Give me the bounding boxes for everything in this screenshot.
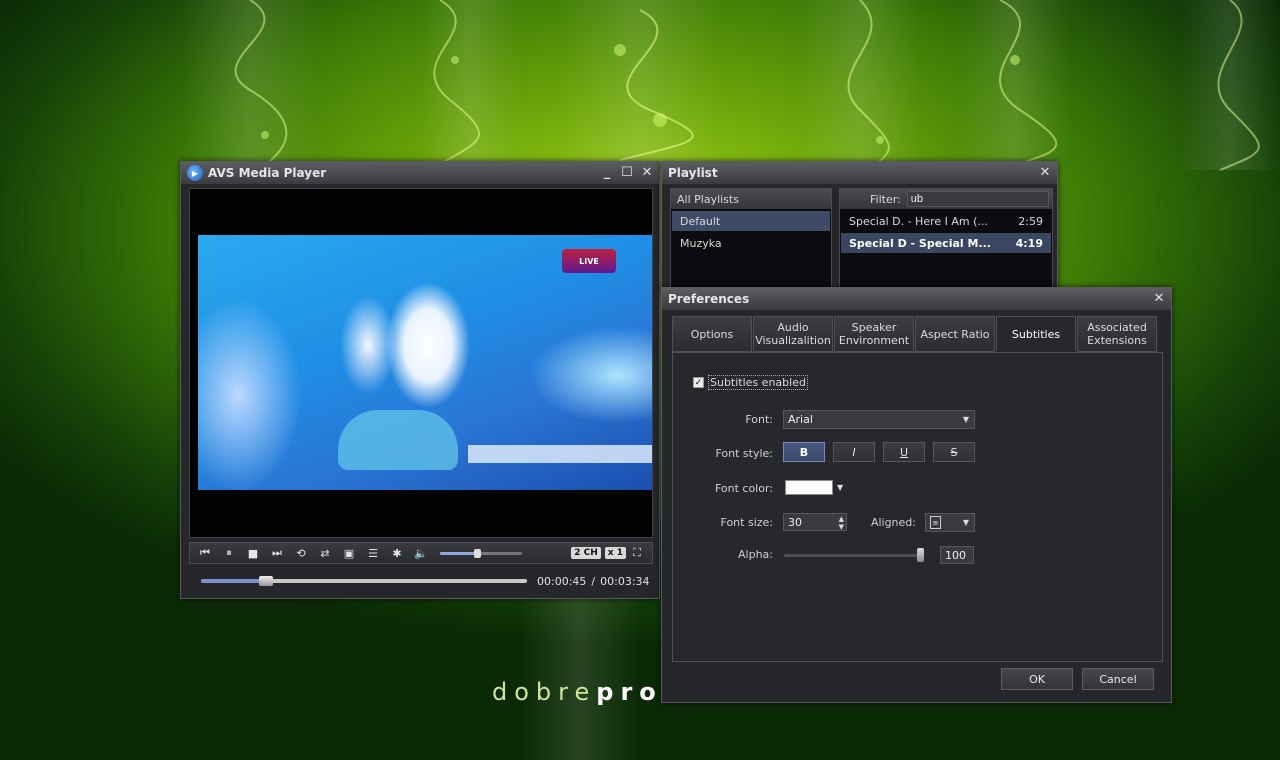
filter-row: Filter: — [840, 189, 1052, 209]
player-window: ▶ AVS Media Player _ ☐ ✕ LIVE ⏮ ⏸ ■ ⏭ ⟲ … — [180, 161, 660, 599]
aligned-label: Aligned: — [870, 516, 916, 529]
underline-button[interactable]: U — [883, 442, 925, 462]
volume-fill — [440, 551, 477, 555]
font-size-label: Font size: — [720, 516, 773, 529]
alpha-slider[interactable] — [784, 548, 924, 562]
time-total: 00:03:34 — [600, 574, 650, 588]
preferences-tabs: Options Audio Visualizalition Speaker En… — [672, 316, 1158, 352]
track-duration: 4:19 — [1015, 236, 1043, 250]
player-title: AVS Media Player — [208, 166, 327, 180]
align-bottom-icon: ≡ — [930, 516, 941, 529]
track-item-selected[interactable]: Special D - Special M... 4:19 — [841, 233, 1051, 253]
subtitles-panel: ✓ Subtitles enabled Font: Arial ▼ Font s… — [672, 352, 1163, 662]
brand-logo: dobrepro — [492, 678, 663, 706]
tab-associated-extensions[interactable]: Associated Extensions — [1077, 316, 1157, 352]
chevron-down-icon: ▼ — [962, 518, 969, 527]
track-title: Special D. - Here I Am (... — [849, 214, 988, 228]
playlist-title: Playlist — [668, 166, 718, 180]
seek-fill — [201, 579, 267, 583]
tracks-panel: Filter: Special D. - Here I Am (... 2:59… — [839, 188, 1053, 290]
playlist-titlebar[interactable]: Playlist ✕ — [662, 162, 1057, 184]
seek-bar[interactable] — [201, 576, 527, 586]
tab-options[interactable]: Options — [672, 316, 752, 352]
time-current: 00:00:45 — [537, 574, 587, 588]
app-logo-icon: ▶ — [187, 165, 203, 181]
video-channel-logo: LIVE — [562, 249, 616, 273]
video-area[interactable]: LIVE — [189, 188, 653, 538]
chevron-down-icon: ▼ — [962, 415, 969, 424]
pause-icon[interactable]: ⏸ — [222, 546, 236, 560]
video-figure — [338, 410, 458, 470]
video-frame: LIVE — [198, 235, 652, 490]
alignment-select[interactable]: ≡ ▼ — [925, 513, 975, 532]
font-size-value: 30 — [788, 515, 802, 529]
player-titlebar[interactable]: ▶ AVS Media Player _ ☐ ✕ — [181, 162, 659, 184]
bold-button[interactable]: B — [783, 442, 825, 462]
close-icon[interactable]: ✕ — [1037, 164, 1053, 180]
tab-aspect-ratio[interactable]: Aspect Ratio — [915, 316, 995, 352]
seek-knob[interactable] — [259, 576, 274, 586]
fullscreen-icon[interactable]: ⛶ — [630, 546, 644, 560]
track-duration: 2:59 — [1018, 214, 1043, 228]
font-value: Arial — [788, 413, 813, 426]
preferences-dialog: Preferences ✕ Options Audio Visualizalit… — [661, 287, 1172, 703]
settings-icon[interactable]: ✱ — [390, 547, 404, 560]
volume-knob[interactable] — [473, 548, 481, 558]
playlist-icon[interactable]: ☰ — [366, 547, 380, 560]
volume-icon[interactable]: 🔈 — [414, 547, 428, 560]
playlist-item-default[interactable]: Default — [672, 211, 830, 231]
tab-speaker-environment[interactable]: Speaker Environment — [834, 316, 914, 352]
close-icon[interactable]: ✕ — [639, 164, 655, 180]
shuffle-icon[interactable]: ⇄ — [318, 547, 332, 560]
minimize-icon[interactable]: _ — [599, 164, 615, 180]
italic-button[interactable]: I — [833, 442, 875, 462]
playlists-panel: All Playlists Default Muzyka — [670, 188, 832, 290]
repeat-icon[interactable]: ⟲ — [294, 547, 308, 560]
playlist-window: Playlist ✕ All Playlists Default Muzyka … — [661, 161, 1058, 291]
alpha-value-field[interactable]: 100 — [940, 546, 974, 564]
filter-label: Filter: — [870, 192, 901, 206]
font-style-label: Font style: — [715, 447, 773, 460]
stop-icon[interactable]: ■ — [246, 547, 260, 560]
font-color-label: Font color: — [714, 482, 773, 495]
player-controls: ⏮ ⏸ ■ ⏭ ⟲ ⇄ ▣ ☰ ✱ 🔈 2 CH x 1 ⛶ — [189, 542, 653, 564]
brand-suffix: pro — [596, 678, 663, 706]
open-folder-icon[interactable]: ▣ — [342, 547, 356, 560]
strikethrough-button[interactable]: S — [933, 442, 975, 462]
font-select[interactable]: Arial ▼ — [783, 410, 975, 429]
subtitles-enabled-label[interactable]: Subtitles enabled — [708, 375, 808, 390]
subtitles-enabled-row[interactable]: ✓ Subtitles enabled — [693, 375, 808, 390]
brand-prefix: dobre — [492, 678, 597, 706]
subtitles-enabled-checkbox[interactable]: ✓ — [693, 377, 704, 388]
time-separator: / — [591, 574, 596, 588]
font-label: Font: — [745, 413, 773, 426]
track-item[interactable]: Special D. - Here I Am (... 2:59 — [841, 211, 1051, 231]
alpha-label: Alpha: — [738, 548, 773, 561]
chevron-down-icon[interactable]: ▼ — [837, 483, 843, 492]
track-title: Special D - Special M... — [849, 236, 991, 250]
all-playlists-header[interactable]: All Playlists — [671, 189, 831, 209]
playlist-item-muzyka[interactable]: Muzyka — [672, 233, 830, 253]
cancel-button[interactable]: Cancel — [1082, 668, 1154, 690]
preferences-titlebar[interactable]: Preferences ✕ — [662, 288, 1171, 310]
tab-subtitles[interactable]: Subtitles — [996, 316, 1076, 352]
seek-row: 00:00:45 / 00:03:34 — [189, 572, 653, 590]
tab-audio-visualization[interactable]: Audio Visualizalition — [753, 316, 833, 352]
preferences-title: Preferences — [668, 292, 750, 306]
maximize-icon[interactable]: ☐ — [619, 164, 635, 180]
font-color-swatch[interactable] — [785, 480, 833, 495]
ok-button[interactable]: OK — [1001, 668, 1073, 690]
video-stage — [468, 445, 652, 463]
close-icon[interactable]: ✕ — [1151, 290, 1167, 306]
speed-badge[interactable]: x 1 — [604, 547, 626, 559]
volume-slider[interactable] — [440, 548, 522, 558]
alpha-slider-knob[interactable] — [917, 548, 924, 562]
filter-input[interactable] — [906, 191, 1049, 207]
next-icon[interactable]: ⏭ — [270, 546, 284, 560]
channels-badge[interactable]: 2 CH — [571, 547, 601, 559]
previous-icon[interactable]: ⏮ — [198, 546, 212, 560]
